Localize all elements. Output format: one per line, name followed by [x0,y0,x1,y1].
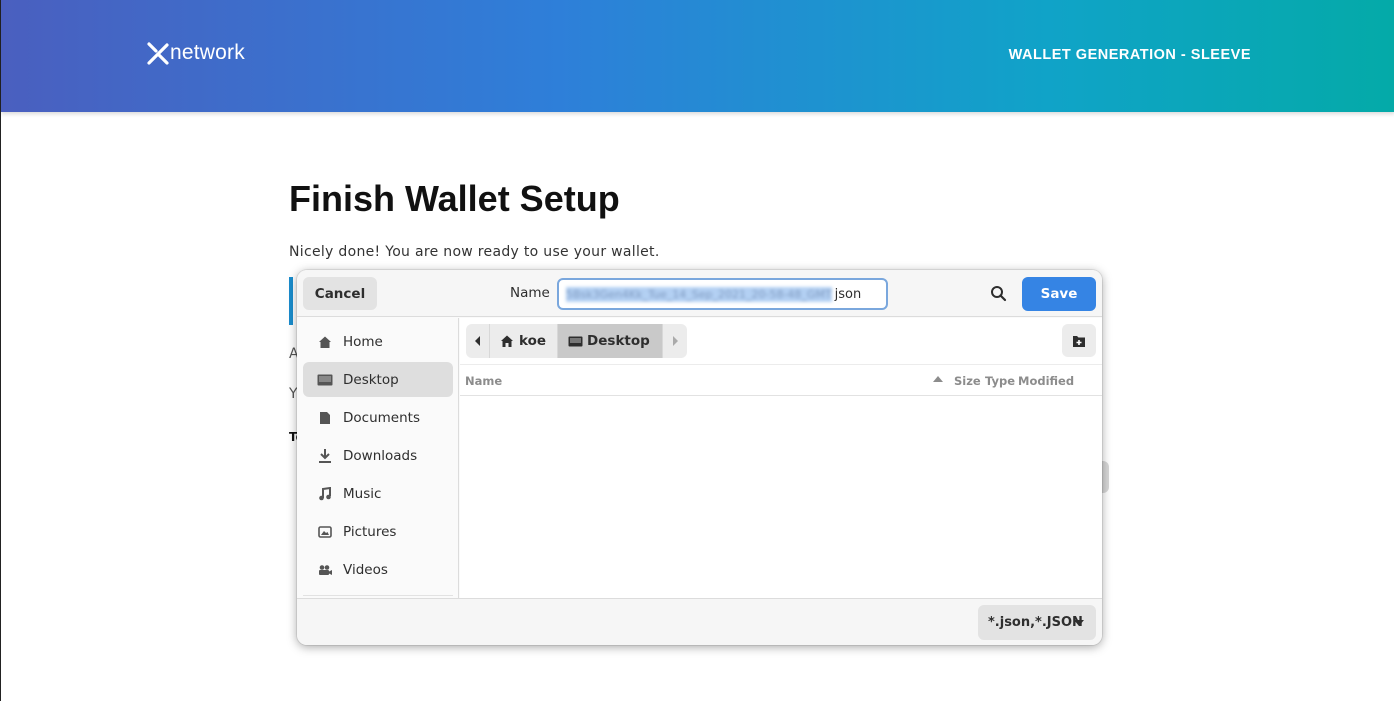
cancel-button[interactable]: Cancel [303,277,377,310]
save-file-dialog: Cancel Name 5Bsk3Gen4Kk_Tue_14_Sep_2021_… [297,270,1102,645]
sidebar-item-documents[interactable]: Documents [303,400,453,435]
path-forward-button[interactable] [662,324,687,358]
sidebar-item-home[interactable]: Home [303,324,453,359]
filter-value: *.json,*.JSON [988,615,1083,630]
header-title: WALLET GENERATION - SLEEVE [1008,47,1251,63]
chevron-left-icon [474,336,480,346]
sidebar-item-label: Desktop [343,371,399,388]
main-content: Finish Wallet Setup Nicely done! You are… [289,178,1109,260]
logo-mark-icon [147,42,169,65]
sidebar-item-videos[interactable]: Videos [303,552,453,587]
sidebar-item-label: Music [343,485,382,502]
page-title: Finish Wallet Setup [289,178,620,219]
home-icon [317,334,333,350]
path-bar: koe Desktop [466,324,687,358]
save-button[interactable]: Save [1022,277,1096,311]
desktop-icon [568,336,583,346]
page: network WALLET GENERATION - SLEEVE Finis… [0,0,1394,701]
filename-selected-text: 5Bsk3Gen4Kk_Tue_14_Sep_2021_20-58-48_GMT [566,286,832,302]
path-segment-label: koe [519,333,547,349]
path-segment-desktop[interactable]: Desktop [558,324,663,358]
sidebar-item-label: Videos [343,561,388,578]
sidebar-item-label: Home [343,333,383,350]
chevron-right-icon [672,336,678,346]
search-icon[interactable] [989,284,1009,304]
dialog-header: Cancel Name 5Bsk3Gen4Kk_Tue_14_Sep_2021_… [297,270,1102,317]
chevron-down-icon [1074,620,1084,626]
file-browser: koe Desktop Name Size Type Modified [460,318,1102,598]
sidebar-item-label: Downloads [343,447,418,464]
path-segment-label: Desktop [587,333,650,349]
column-name[interactable]: Name [465,374,502,388]
music-icon [317,486,333,502]
name-label: Name [510,285,550,301]
home-icon [501,335,513,347]
sidebar-item-label: Documents [343,409,420,426]
column-headers: Name Size Type Modified [460,364,1102,396]
videos-icon [317,562,333,578]
sidebar-divider [303,595,453,596]
desktop-icon [317,372,333,388]
logo-text: network [170,41,245,64]
path-back-button[interactable] [466,324,490,358]
sidebar-item-music[interactable]: Music [303,476,453,511]
info-callout-bar [289,277,293,325]
file-type-filter[interactable]: *.json,*.JSON [978,605,1096,640]
logo: network [147,41,245,65]
download-icon [317,448,333,464]
app-header: network WALLET GENERATION - SLEEVE [1,0,1394,112]
new-folder-button[interactable] [1062,324,1096,357]
filename-input[interactable]: 5Bsk3Gen4Kk_Tue_14_Sep_2021_20-58-48_GMT… [557,278,888,310]
page-subtitle: Nicely done! You are now ready to use yo… [289,244,660,260]
column-type[interactable]: Type [985,374,1015,388]
sidebar-item-pictures[interactable]: Pictures [303,514,453,549]
sidebar-item-label: Pictures [343,523,397,540]
sidebar-item-desktop[interactable]: Desktop [303,362,453,397]
sort-ascending-icon [933,376,943,382]
sidebar-item-downloads[interactable]: Downloads [303,438,453,473]
pictures-icon [317,524,333,540]
new-folder-icon [1073,335,1085,347]
document-icon [317,410,333,426]
column-size[interactable]: Size [954,374,981,388]
places-sidebar: Home Desktop Documents Downloads Music P… [297,318,459,598]
filename-extension: json [834,286,862,302]
column-modified[interactable]: Modified [1018,374,1074,388]
path-segment-home[interactable]: koe [490,324,559,358]
dialog-footer: *.json,*.JSON [297,598,1102,645]
